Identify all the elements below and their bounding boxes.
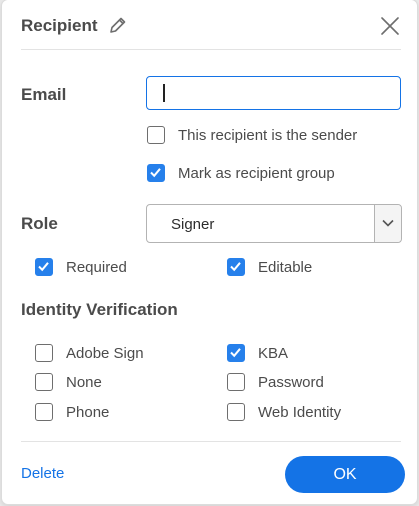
recipient-dialog: Recipient Email This recipient is the se… [2,0,417,504]
web-identity-label: Web Identity [258,404,342,421]
role-select-value: Signer [171,216,215,233]
required-checkbox[interactable] [35,258,53,276]
none-checkbox[interactable] [35,373,53,391]
adobe-sign-checkbox[interactable] [35,344,53,362]
phone-checkbox[interactable] [35,403,53,421]
dropdown-button[interactable] [374,205,401,242]
checkmark-icon [38,262,49,272]
ok-button[interactable]: OK [285,456,405,493]
checkmark-icon [230,348,241,358]
kba-label: KBA [258,345,289,362]
identity-verification-label: Identity Verification [21,300,178,319]
footer-divider [21,441,401,442]
dialog-header: Recipient [21,14,401,40]
web-identity-checkbox[interactable] [227,403,245,421]
role-select[interactable]: Signer [146,204,402,243]
recipient-group-checkbox[interactable] [147,164,165,182]
pencil-icon[interactable] [108,15,128,35]
chevron-down-icon [382,219,394,227]
checkmark-icon [150,168,161,178]
close-icon[interactable] [379,15,401,37]
text-caret [163,84,165,102]
editable-label: Editable [258,259,313,276]
sender-checkbox-label: This recipient is the sender [178,127,358,144]
required-label: Required [66,259,127,276]
editable-checkbox[interactable] [227,258,245,276]
adobe-sign-label: Adobe Sign [66,345,144,362]
password-checkbox[interactable] [227,373,245,391]
password-label: Password [258,374,324,391]
kba-checkbox[interactable] [227,344,245,362]
dialog-title: Recipient [21,16,98,35]
recipient-group-label: Mark as recipient group [178,165,335,182]
sender-checkbox[interactable] [147,126,165,144]
phone-label: Phone [66,404,110,421]
checkmark-icon [230,262,241,272]
email-input[interactable] [146,76,401,110]
delete-link[interactable]: Delete [21,465,64,482]
email-label: Email [21,85,67,104]
role-label: Role [21,214,58,233]
none-label: None [66,374,102,391]
header-divider [21,49,401,50]
